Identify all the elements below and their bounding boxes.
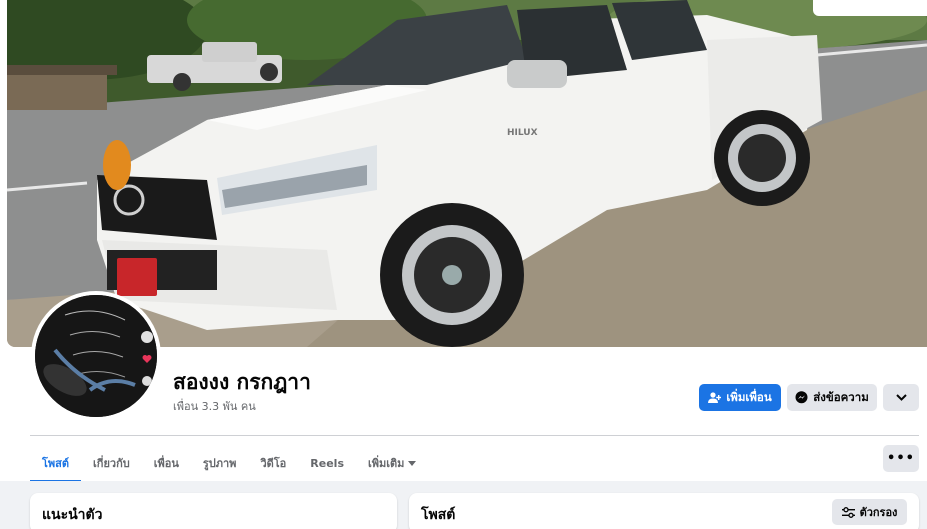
message-button[interactable]: ส่งข้อความ	[787, 384, 877, 411]
friends-count[interactable]: เพื่อน 3.3 พัน คน	[173, 397, 256, 415]
tab-label: Reels	[310, 456, 344, 470]
messenger-icon	[795, 391, 808, 404]
chevron-down-icon	[895, 394, 907, 401]
tab-label: เพิ่มเติม	[368, 457, 405, 470]
intro-card: แนะนำตัว	[30, 493, 397, 529]
intro-title: แนะนำตัว	[42, 507, 103, 523]
tab-label: รูปภาพ	[202, 457, 237, 470]
svg-text:HILUX: HILUX	[507, 128, 538, 138]
tab-posts[interactable]: โพสต์	[30, 445, 82, 483]
profile-name: สองงง กรกฎาา	[173, 370, 311, 394]
add-friend-button[interactable]: เพิ่มเพื่อน	[699, 384, 781, 411]
profile-tabs: โพสต์ เกี่ยวกับ เพื่อน รูปภาพ วิดีโอ Ree…	[30, 445, 428, 483]
more-options-button[interactable]	[883, 384, 919, 411]
header-divider	[30, 435, 919, 436]
tabs-more-button[interactable]: •••	[883, 445, 919, 472]
top-strip	[813, 0, 927, 16]
tab-label: วิดีโอ	[260, 457, 287, 470]
tab-videos[interactable]: วิดีโอ	[248, 445, 298, 481]
tab-more[interactable]: เพิ่มเติม	[356, 445, 428, 481]
person-add-icon	[708, 391, 722, 403]
sliders-icon	[841, 506, 855, 518]
filter-label: ตัวกรอง	[859, 506, 898, 519]
filter-button[interactable]: ตัวกรอง	[832, 499, 907, 525]
tab-label: เกี่ยวกับ	[93, 457, 130, 470]
posts-title: โพสต์	[421, 507, 456, 523]
cover-photo[interactable]: HILUX	[7, 0, 927, 347]
tab-friends[interactable]: เพื่อน	[142, 445, 191, 481]
tab-photos[interactable]: รูปภาพ	[191, 445, 249, 481]
tab-reels[interactable]: Reels	[298, 445, 356, 481]
profile-page: HILUX สองงง กรกฎาา เพื่อน 3.3 พัน คน เพิ…	[0, 0, 927, 529]
tab-label: เพื่อน	[153, 457, 179, 470]
add-friend-label: เพิ่มเพื่อน	[726, 389, 772, 404]
tab-label: โพสต์	[42, 457, 70, 470]
tab-about[interactable]: เกี่ยวกับ	[81, 445, 142, 481]
message-label: ส่งข้อความ	[813, 389, 869, 404]
profile-avatar[interactable]	[31, 291, 161, 421]
caret-down-icon	[408, 460, 417, 466]
more-dots-icon: •••	[887, 451, 915, 466]
